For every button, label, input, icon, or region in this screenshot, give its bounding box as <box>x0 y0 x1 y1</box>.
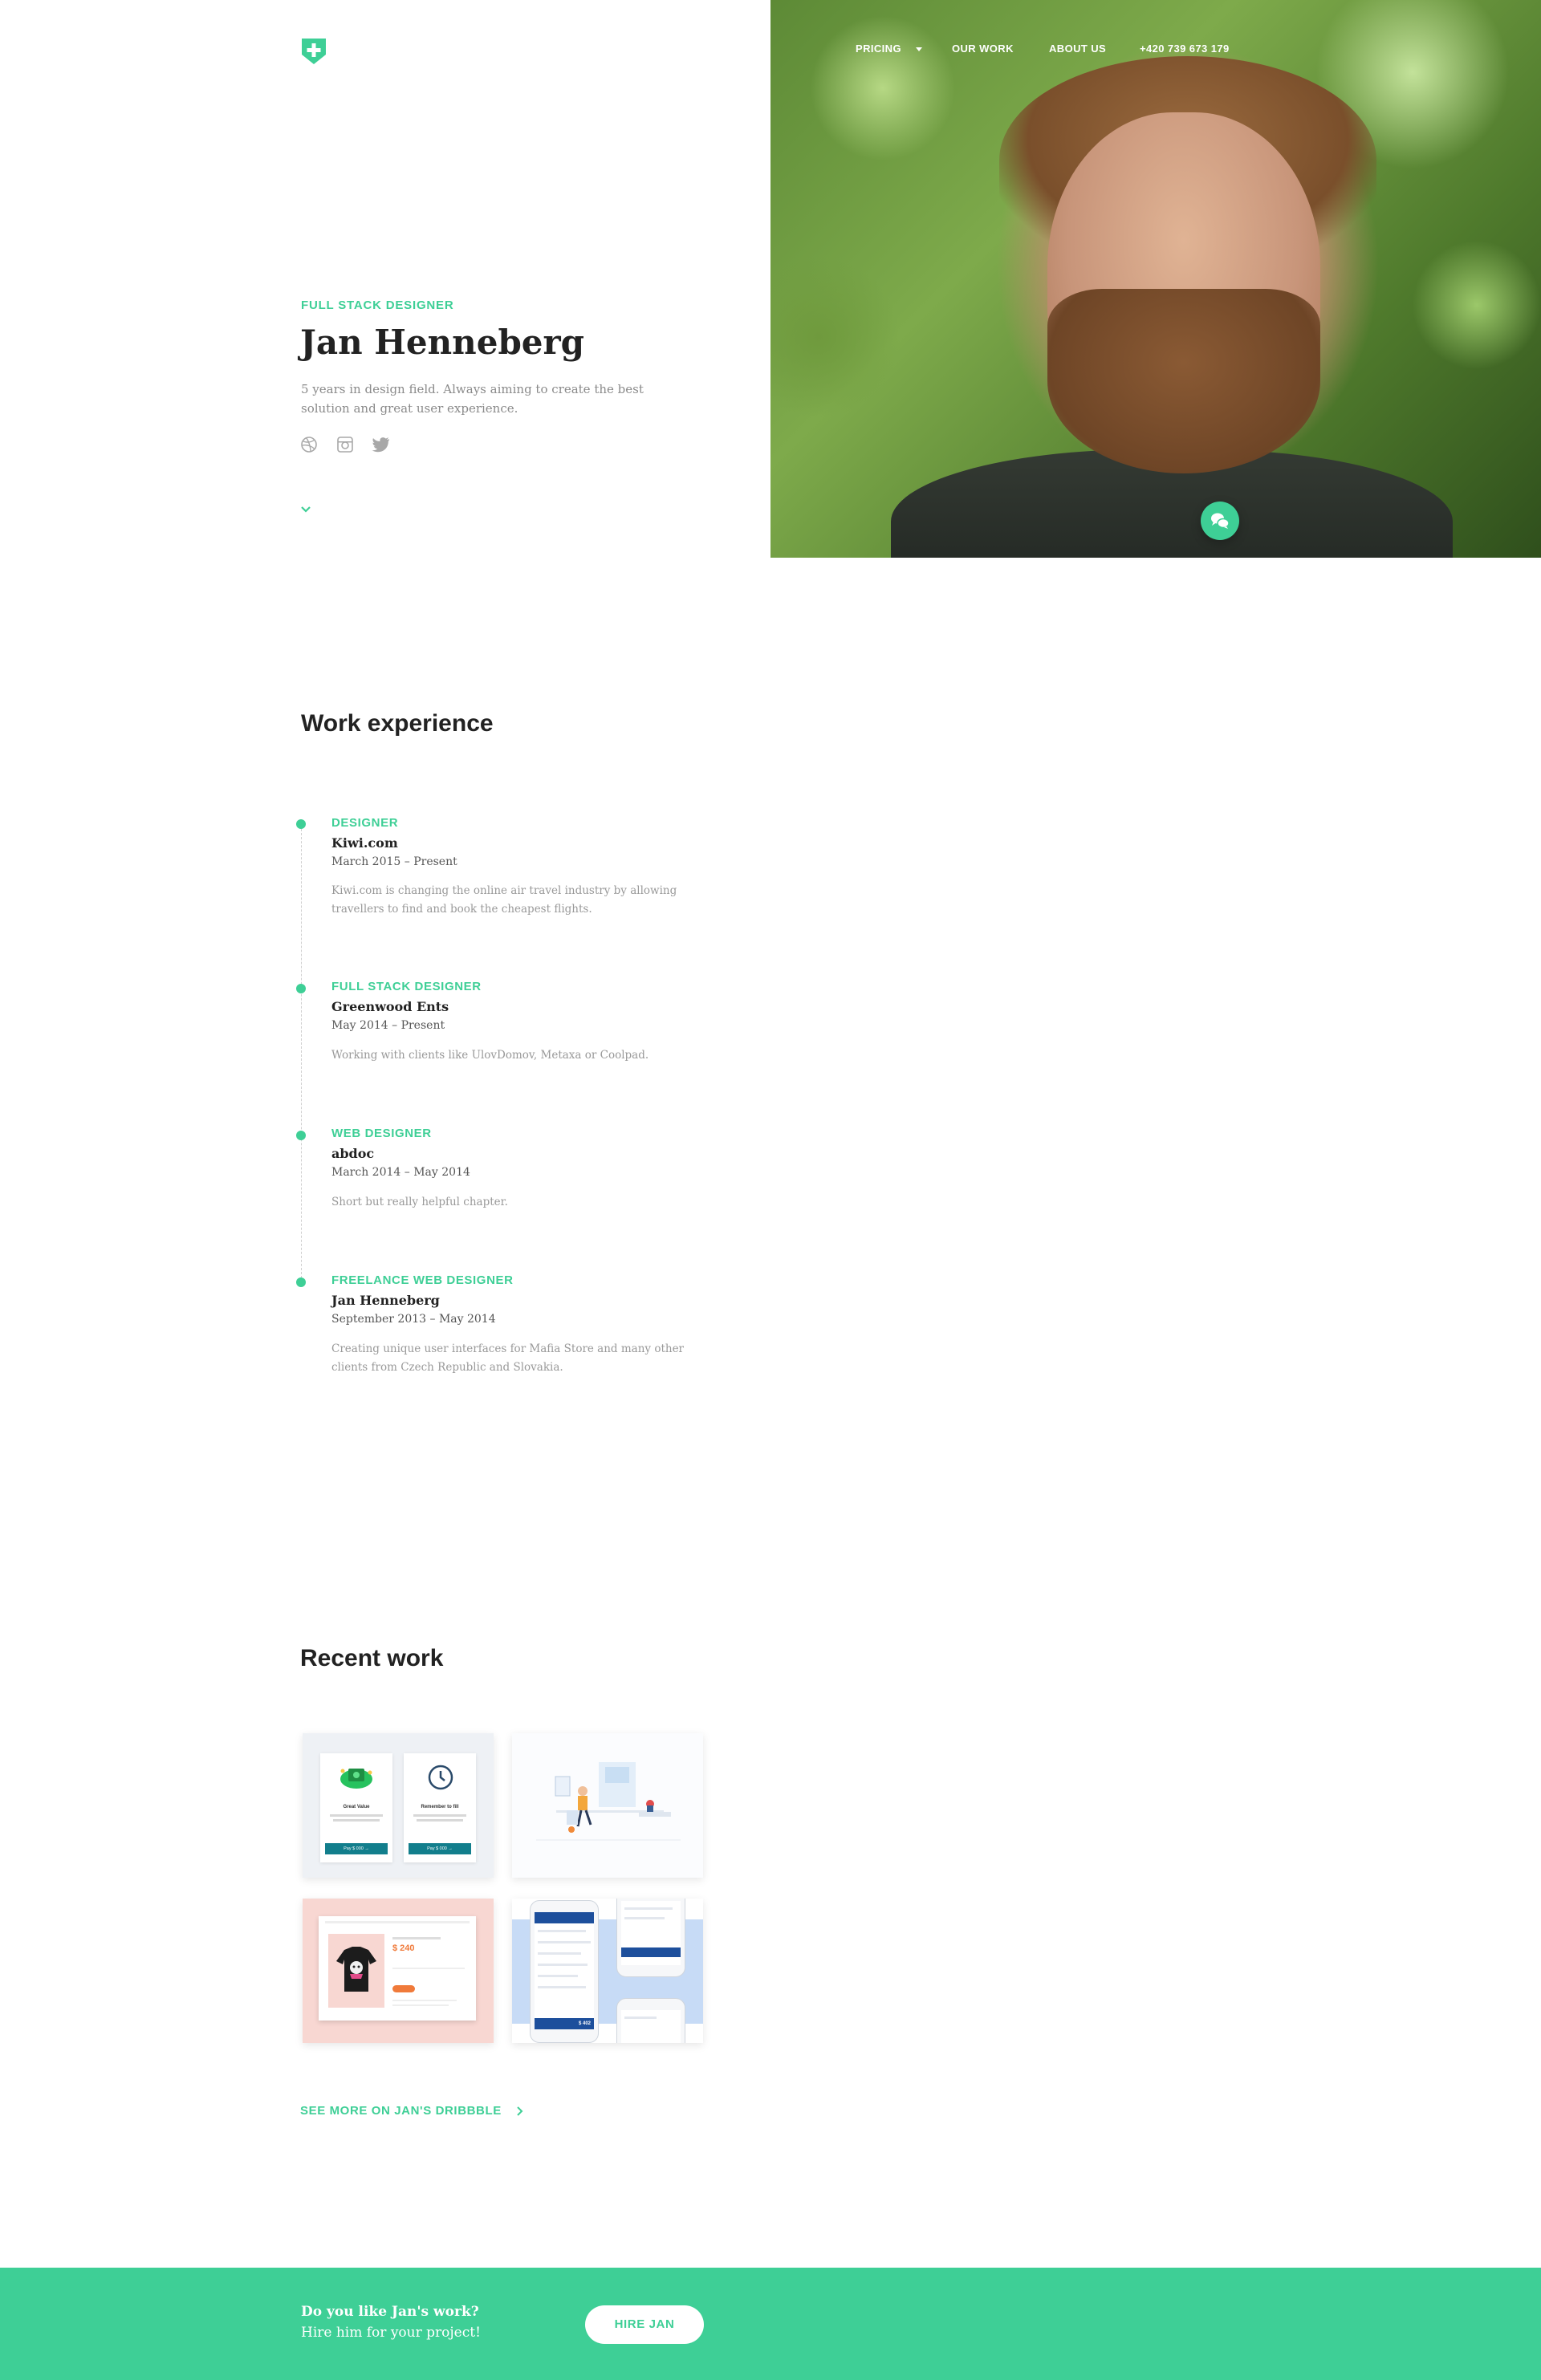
nav-pricing[interactable]: PRICING <box>856 41 923 57</box>
mini-page: $ 240 <box>319 1916 476 2021</box>
job-role: WEB DESIGNER <box>331 1127 432 1140</box>
job-role: DESIGNER <box>331 816 399 830</box>
chevron-right-icon <box>517 2106 523 2116</box>
dribbble-icon[interactable] <box>300 436 318 453</box>
product-title <box>392 1937 441 1939</box>
hire-button[interactable]: HIRE JAN <box>585 2305 704 2344</box>
work-thumbnail[interactable] <box>512 1733 703 1878</box>
job-description: Kiwi.com is changing the online air trav… <box>331 884 677 916</box>
job-description: Creating unique user interfaces for Mafi… <box>331 1342 685 1374</box>
nav-phone[interactable]: +420 739 673 179 <box>1140 41 1230 57</box>
shield-plus-icon <box>302 39 326 64</box>
app-row <box>624 1917 665 1919</box>
work-thumbnail[interactable]: $ 240 <box>303 1899 494 2043</box>
chevron-down-icon[interactable] <box>299 504 312 515</box>
phone-screen <box>621 2010 681 2043</box>
app-row <box>538 1930 586 1932</box>
job-company: Greenwood Ents <box>331 999 449 1014</box>
photo-beard <box>1047 289 1320 473</box>
logo[interactable] <box>300 37 327 66</box>
app-row <box>538 1986 586 1988</box>
illustration-icon <box>512 1733 703 1878</box>
phone-left: $ 402 <box>530 1900 599 2043</box>
mini-nav <box>325 1921 470 1923</box>
footer-line2: Hire him for your project! <box>301 2325 481 2341</box>
app-row <box>538 1941 591 1943</box>
job-dates: March 2014 – May 2014 <box>331 1166 470 1179</box>
sweater-icon <box>336 1947 376 1992</box>
job-company: abdoc <box>331 1146 375 1161</box>
mini-card-right: Remember to fill Pay $ 000 → <box>404 1753 476 1862</box>
twitter-icon[interactable] <box>372 436 391 453</box>
product-image <box>328 1934 384 2008</box>
mini-card-button: Pay $ 000 → <box>409 1843 471 1854</box>
see-more-link[interactable]: SEE MORE ON JAN'S DRIBBBLE <box>300 2104 524 2118</box>
nav-pricing-label: PRICING <box>856 43 901 55</box>
app-footer <box>621 1947 681 1957</box>
mini-card-title: Remember to fill <box>421 1805 459 1809</box>
work-thumbnail[interactable]: $ 402 <box>512 1899 703 2043</box>
job-dates: March 2015 – Present <box>331 855 457 868</box>
money-stack-icon <box>340 1769 372 1789</box>
mini-card-text <box>417 1819 463 1822</box>
nav-about-us[interactable]: ABOUT US <box>1049 41 1106 57</box>
mini-card-text <box>413 1814 466 1817</box>
caret-down-icon <box>916 47 922 51</box>
phone-right-bottom <box>616 1998 685 2043</box>
mini-card-text <box>333 1819 380 1822</box>
job-dates: May 2014 – Present <box>331 1019 445 1032</box>
hero-photo <box>770 0 1541 558</box>
job-company: Jan Henneberg <box>331 1293 440 1308</box>
mini-card-text <box>330 1814 383 1817</box>
footer-bar <box>0 2268 1541 2380</box>
instagram-icon[interactable] <box>336 436 354 453</box>
work-heading: Work experience <box>301 710 494 737</box>
hero-subtitle: FULL STACK DESIGNER <box>301 299 454 312</box>
see-more-label: SEE MORE ON JAN'S DRIBBBLE <box>300 2104 502 2118</box>
recent-heading: Recent work <box>300 1645 444 1671</box>
timeline-dot <box>296 984 306 993</box>
chat-bubbles-icon <box>1211 513 1230 529</box>
phone-right-top <box>616 1899 685 1977</box>
clock-icon <box>428 1765 453 1790</box>
job-description: Short but really helpful chapter. <box>331 1196 508 1208</box>
work-thumbnail[interactable]: Great Value Pay $ 000 → Remember to fill… <box>303 1733 494 1878</box>
job-dates: September 2013 – May 2014 <box>331 1313 496 1326</box>
mini-card-button: Pay $ 000 → <box>325 1843 388 1854</box>
timeline-line <box>301 825 302 1282</box>
chat-button[interactable] <box>1201 502 1239 540</box>
add-to-cart <box>392 1985 415 1992</box>
mini-card-left: Great Value Pay $ 000 → <box>320 1753 392 1862</box>
app-row <box>624 2017 657 2019</box>
phone-screen <box>621 1901 681 1965</box>
product-price: $ 240 <box>392 1943 415 1953</box>
footer-line1: Do you like Jan's work? <box>301 2304 479 2320</box>
product-options <box>392 1968 465 1969</box>
social-icons <box>300 436 396 453</box>
app-header <box>535 1912 594 1923</box>
hero-name: Jan Henneberg <box>300 323 585 362</box>
app-row <box>538 1952 581 1955</box>
mini-card-title: Great Value <box>343 1805 370 1809</box>
app-row <box>538 1964 588 1966</box>
nav-our-work[interactable]: OUR WORK <box>952 41 1014 57</box>
app-row <box>624 1907 673 1910</box>
job-company: Kiwi.com <box>331 835 398 851</box>
timeline-dot <box>296 1277 306 1287</box>
job-description: Working with clients like UlovDomov, Met… <box>331 1049 649 1062</box>
product-desc <box>392 2000 457 2001</box>
phone-screen: $ 402 <box>535 1912 594 2029</box>
product-desc <box>392 2004 449 2006</box>
timeline-dot <box>296 819 306 829</box>
app-footer: $ 402 <box>535 2018 594 2029</box>
app-price: $ 402 <box>578 2021 591 2026</box>
job-role: FREELANCE WEB DESIGNER <box>331 1273 514 1287</box>
hero-bio: 5 years in design field. Always aiming t… <box>301 382 644 416</box>
job-role: FULL STACK DESIGNER <box>331 980 482 993</box>
timeline-dot <box>296 1131 306 1140</box>
app-row <box>538 1975 578 1977</box>
